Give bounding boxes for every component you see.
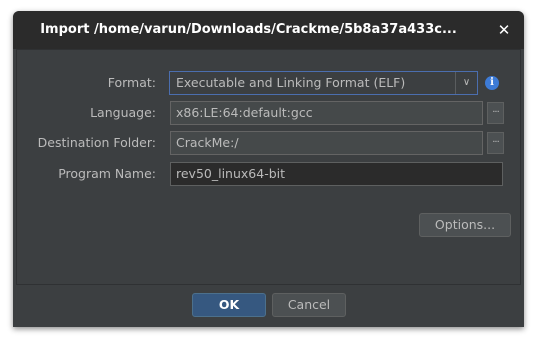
language-field: x86:LE:64:default:gcc — [170, 101, 483, 125]
language-label: Language: — [90, 105, 156, 120]
ok-button[interactable]: OK — [192, 293, 266, 317]
program-name-label: Program Name: — [58, 166, 156, 181]
close-icon[interactable]: ✕ — [494, 20, 514, 40]
destination-field: CrackMe:/ — [170, 131, 483, 155]
options-button[interactable]: Options... — [419, 213, 511, 237]
dialog-title: Import /home/varun/Downloads/Crackme/5b8… — [40, 22, 457, 37]
button-bar: OK Cancel — [13, 285, 524, 327]
import-dialog: Import /home/varun/Downloads/Crackme/5b8… — [13, 11, 524, 327]
destination-browse-button[interactable]: ... — [487, 132, 504, 154]
title-bar[interactable]: Import /home/varun/Downloads/Crackme/5b8… — [13, 11, 524, 49]
format-value: Executable and Linking Format (ELF) — [176, 75, 406, 90]
program-name-input[interactable]: rev50_linux64-bit — [170, 162, 503, 186]
destination-label: Destination Folder: — [37, 135, 156, 150]
format-label: Format: — [107, 75, 156, 90]
format-select[interactable]: Executable and Linking Format (ELF) ∨ — [169, 71, 478, 95]
language-browse-button[interactable]: ... — [487, 102, 504, 124]
dialog-body: Format: Executable and Linking Format (E… — [16, 49, 521, 285]
cancel-button[interactable]: Cancel — [272, 293, 346, 317]
chevron-down-icon[interactable]: ∨ — [455, 72, 477, 94]
info-icon[interactable]: i — [485, 76, 499, 90]
